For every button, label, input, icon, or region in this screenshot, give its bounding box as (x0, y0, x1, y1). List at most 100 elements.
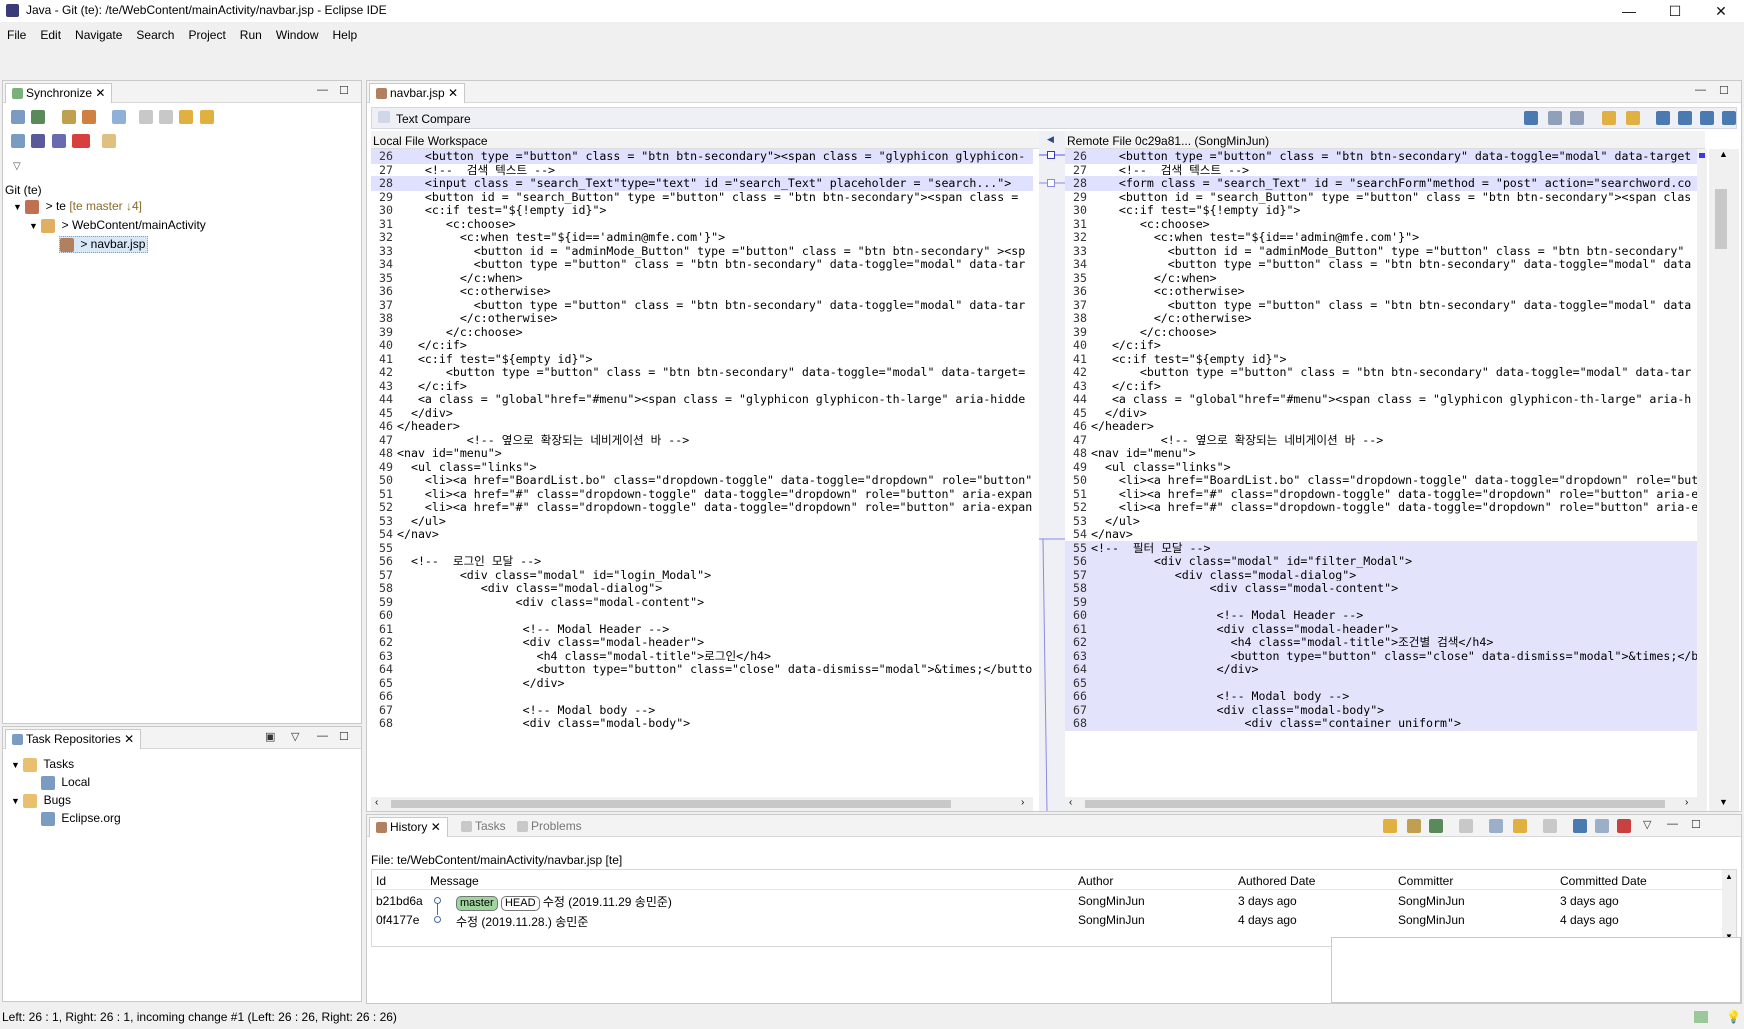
menu-navigate[interactable]: Navigate (68, 26, 129, 44)
tree-item-tasks[interactable]: ▼ Tasks (11, 757, 74, 772)
refresh-history-icon[interactable] (1383, 819, 1397, 833)
next-diff-icon[interactable] (179, 109, 194, 124)
minimize-editor-icon[interactable]: — (1695, 84, 1706, 96)
close-tab-icon[interactable]: ✕ (124, 732, 134, 746)
left-code-pane[interactable]: 26 <button type ="button" class = "btn b… (371, 149, 1033, 797)
vertical-scroll-thumb[interactable] (1715, 189, 1727, 249)
maximize-button[interactable]: ☐ (1652, 0, 1698, 22)
tab-history[interactable]: History ✕ (369, 817, 448, 837)
maximize-editor-icon[interactable]: ☐ (1719, 84, 1729, 97)
chevron-down-icon[interactable]: ▼ (29, 221, 38, 231)
vertical-scrollbar[interactable]: ▲ ▼ (1709, 149, 1739, 811)
show-graph-icon[interactable] (1595, 819, 1609, 833)
view-menu-icon[interactable]: ▽ (291, 730, 299, 743)
fetch-icon[interactable] (61, 109, 76, 124)
previous-change-icon[interactable] (1722, 111, 1736, 125)
outgoing-mode-icon[interactable] (31, 133, 46, 148)
right-horizontal-scrollbar[interactable]: ‹ › (1065, 797, 1697, 811)
link-with-selection-icon[interactable] (1407, 819, 1421, 833)
column-header-author[interactable]: Author (1078, 874, 1113, 888)
compare-mode-icon[interactable] (1459, 819, 1473, 833)
maximize-view-icon[interactable]: ☐ (339, 730, 349, 743)
scroll-right-icon[interactable]: › (1021, 797, 1024, 808)
remove-from-view-icon[interactable] (102, 133, 117, 148)
left-scroll-thumb[interactable] (391, 800, 951, 808)
layout-icon[interactable] (112, 109, 127, 124)
push-icon[interactable] (82, 109, 97, 124)
tab-problems[interactable]: Problems (511, 817, 588, 837)
expand-all-icon[interactable] (138, 109, 153, 124)
previous-difference-icon[interactable] (1678, 111, 1692, 125)
view-menu-chevron-icon[interactable]: ▽ (13, 161, 21, 172)
history-row[interactable]: b21bd6a master HEAD 수정 (2019.11.29 송민준) … (372, 892, 1722, 911)
menu-project[interactable]: Project (181, 26, 232, 44)
right-scroll-thumb[interactable] (1085, 800, 1665, 808)
conflicts-mode-icon[interactable] (72, 133, 91, 148)
close-tab-icon[interactable]: ✕ (95, 86, 105, 100)
tip-icon[interactable]: 💡 (1726, 1010, 1741, 1024)
diff-marker-icon[interactable] (1047, 179, 1055, 187)
chevron-down-icon[interactable]: ▼ (11, 760, 20, 770)
filter-icon[interactable] (1543, 819, 1557, 833)
minimize-view-icon[interactable]: — (317, 84, 328, 96)
close-tab-icon[interactable]: ✕ (431, 820, 441, 834)
search-icon[interactable] (1489, 819, 1503, 833)
incoming-mode-icon[interactable] (11, 133, 25, 148)
next-change-icon[interactable] (1700, 111, 1714, 125)
minimize-view-icon[interactable]: — (317, 730, 328, 742)
scroll-up-icon[interactable]: ▲ (1719, 149, 1728, 159)
both-mode-icon[interactable] (51, 133, 66, 148)
tree-item-bugs[interactable]: ▼ Bugs (11, 793, 71, 808)
history-vertical-scrollbar[interactable]: ▲ ▼ (1722, 870, 1736, 946)
tab-navbar-jsp[interactable]: navbar.jsp ✕ (369, 83, 466, 103)
tab-task-repositories[interactable]: Task Repositories ✕ (5, 729, 142, 749)
right-code-line[interactable]: 68 <div class="container uniform"> (1065, 716, 1697, 731)
ignore-whitespace-icon[interactable] (1570, 111, 1584, 125)
minimize-view-icon[interactable]: — (1667, 818, 1678, 830)
menu-help[interactable]: Help (326, 26, 365, 44)
scroll-up-icon[interactable]: ▲ (1725, 872, 1733, 881)
collapse-all-icon[interactable] (159, 109, 174, 124)
left-horizontal-scrollbar[interactable]: ‹ › (371, 797, 1033, 811)
maximize-view-icon[interactable]: ☐ (339, 84, 349, 97)
scroll-down-icon[interactable]: ▼ (1719, 797, 1728, 807)
tree-item-file[interactable]: > navbar.jsp (59, 236, 149, 253)
tree-item-local[interactable]: Local (41, 775, 90, 790)
menu-window[interactable]: Window (269, 26, 326, 44)
menu-search[interactable]: Search (129, 26, 181, 44)
prev-diff-icon[interactable] (199, 109, 214, 124)
diff-marker-icon[interactable] (1047, 151, 1055, 159)
close-button[interactable]: ✕ (1698, 0, 1744, 22)
minimize-button[interactable]: — (1606, 0, 1652, 22)
view-menu-icon[interactable]: ▽ (1643, 818, 1651, 831)
two-way-compare-icon[interactable] (1524, 111, 1538, 125)
close-tab-icon[interactable]: ✕ (448, 86, 458, 100)
tab-tasks[interactable]: Tasks (455, 817, 512, 837)
commit-details-pane[interactable] (1331, 937, 1741, 1003)
copy-right-to-left-icon[interactable] (1602, 111, 1616, 125)
sync-dropdown-icon[interactable] (11, 109, 25, 124)
pin-icon[interactable] (31, 109, 46, 124)
pin-history-icon[interactable] (1429, 819, 1443, 833)
scroll-left-icon[interactable]: ‹ (375, 797, 378, 808)
left-code-line[interactable]: 68 <div class="modal-body"> (371, 716, 1033, 731)
column-header-authored-date[interactable]: Authored Date (1238, 874, 1315, 888)
tree-item-folder[interactable]: ▼ > WebContent/mainActivity (29, 218, 206, 233)
scroll-right-icon[interactable]: › (1685, 797, 1688, 808)
change-marker-icon[interactable] (1699, 153, 1705, 158)
chevron-down-icon[interactable]: ▼ (13, 202, 22, 212)
add-repository-icon[interactable]: ▣ (265, 730, 275, 743)
column-header-committed-date[interactable]: Committed Date (1560, 874, 1647, 888)
progress-icon[interactable] (1694, 1011, 1708, 1023)
scroll-left-icon[interactable]: ‹ (1069, 797, 1072, 808)
tab-synchronize[interactable]: Synchronize ✕ (5, 83, 113, 103)
menu-file[interactable]: File (0, 26, 33, 44)
right-code-pane[interactable]: 26 <button type ="button" class = "btn b… (1065, 149, 1697, 797)
column-header-id[interactable]: Id (376, 874, 386, 888)
tree-item-eclipse-org[interactable]: Eclipse.org (41, 811, 121, 826)
menu-run[interactable]: Run (233, 26, 269, 44)
remove-history-icon[interactable] (1617, 819, 1631, 833)
history-row[interactable]: 0f4177e 수정 (2019.11.28.) 송민준 SongMinJun … (372, 903, 1722, 929)
maximize-view-icon[interactable]: ☐ (1691, 818, 1701, 831)
menu-edit[interactable]: Edit (33, 26, 68, 44)
